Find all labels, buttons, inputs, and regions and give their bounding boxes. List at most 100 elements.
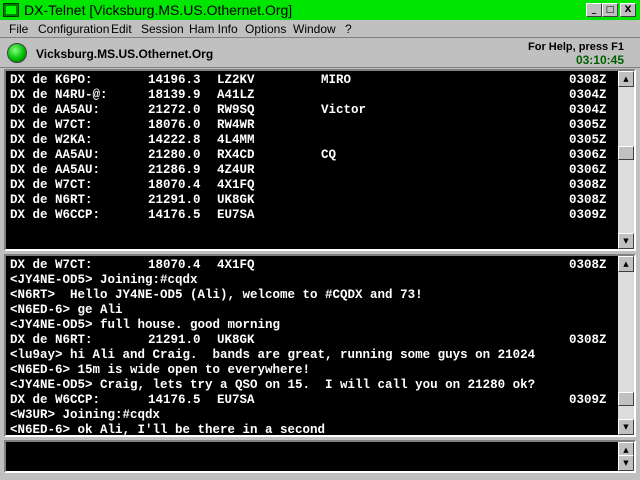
- spot-time: 0309Z: [569, 393, 607, 407]
- chat-message: <N6ED-6> ge Ali: [10, 303, 123, 317]
- spot-time: 0308Z: [569, 73, 607, 87]
- spot-spotter: DX de N6RT:: [10, 333, 93, 347]
- chat-log: DX de W7CT: 18070.4 4X1FQ 0308Z <JY4NE-OD5> …: [10, 258, 618, 438]
- connection-led-icon[interactable]: [7, 43, 27, 63]
- scroll-down-arrow-icon[interactable]: ▼: [618, 233, 634, 249]
- spot-spotter: DX de AA5AU:: [10, 148, 101, 162]
- command-input[interactable]: [8, 444, 626, 469]
- menu-edit[interactable]: Edit: [111, 22, 132, 36]
- spot-callsign: 4X1FQ: [217, 178, 255, 192]
- spot-frequency: 21286.9: [148, 163, 201, 177]
- spot-comment: CQ: [321, 148, 337, 162]
- spot-frequency: 18070.4: [148, 258, 201, 272]
- chat-message: <W3UR> Joining:#cqdx: [10, 408, 161, 422]
- dx-spot-row[interactable]: DX de N6RT: 21291.0 UK8GK 0308Z: [10, 193, 618, 208]
- app-icon[interactable]: [3, 3, 19, 17]
- spot-spotter: DX de W7CT:: [10, 258, 93, 272]
- chat-message: <N6RT> Hello JY4NE-OD5 (Ali), welcome to…: [10, 288, 423, 302]
- spot-callsign: 4L4MM: [217, 133, 255, 147]
- menu-bar: File Configuration Edit Session Ham Info…: [0, 20, 640, 37]
- chat-message: <N6ED-6> ok Ali, I'll be there in a seco…: [10, 423, 326, 437]
- spot-comment: Victor: [321, 103, 367, 117]
- spot-spotter: DX de N4RU-@:: [10, 88, 108, 102]
- spot-spotter: DX de W7CT:: [10, 118, 93, 132]
- spot-frequency: 14196.3: [148, 73, 201, 87]
- spot-frequency: 14176.5: [148, 208, 201, 222]
- host-label: Vicksburg.MS.US.Othernet.Org: [36, 47, 214, 61]
- scrollbar-track[interactable]: [618, 87, 634, 233]
- dx-spot-row[interactable]: DX de AA5AU: 21280.0 RX4CD CQ 0306Z: [10, 148, 618, 163]
- spot-time: 0304Z: [569, 88, 607, 102]
- spot-callsign: 4X1FQ: [217, 258, 255, 272]
- spot-callsign: EU7SA: [217, 208, 255, 222]
- dx-spot-row[interactable]: DX de W7CT: 18070.4 4X1FQ 0308Z: [10, 178, 618, 193]
- spot-spotter: DX de N6RT:: [10, 193, 93, 207]
- dx-spot-row[interactable]: DX de AA5AU: 21286.9 4Z4UR 0306Z: [10, 163, 618, 178]
- connection-status-row: Vicksburg.MS.US.Othernet.Org For Help, p…: [0, 37, 640, 68]
- scrollbar-thumb[interactable]: [618, 392, 634, 406]
- spot-callsign: RW9SQ: [217, 103, 255, 117]
- menu-ham-info[interactable]: Ham Info: [189, 22, 238, 36]
- dx-spot-row[interactable]: DX de W2KA: 14222.8 4L4MM 0305Z: [10, 133, 618, 148]
- dx-spot-row[interactable]: DX de W7CT: 18076.0 RW4WR 0305Z: [10, 118, 618, 133]
- menu-window[interactable]: Window: [293, 22, 336, 36]
- scroll-down-arrow-icon[interactable]: ▼: [618, 419, 634, 435]
- chat-message: <JY4NE-OD5> Joining:#cqdx: [10, 273, 198, 287]
- spot-comment: MIRO: [321, 73, 352, 87]
- spot-spotter: DX de AA5AU:: [10, 163, 101, 177]
- menu-file[interactable]: File: [9, 22, 28, 36]
- scroll-up-arrow-icon[interactable]: ▲: [618, 256, 634, 272]
- dx-spot-row[interactable]: DX de W6CCP: 14176.5 EU7SA 0309Z: [10, 393, 618, 408]
- spot-callsign: RW4WR: [217, 118, 255, 132]
- spot-callsign: UK8GK: [217, 193, 255, 207]
- spot-frequency: 21291.0: [148, 333, 201, 347]
- close-button[interactable]: X: [620, 3, 636, 17]
- help-hint: For Help, press F1: [528, 41, 624, 53]
- spot-time: 0308Z: [569, 333, 607, 347]
- scroll-up-arrow-icon[interactable]: ▲: [618, 71, 634, 87]
- spot-time: 0309Z: [569, 208, 607, 222]
- spot-spotter: DX de W6CCP:: [10, 208, 101, 222]
- dx-spot-row[interactable]: DX de AA5AU: 21272.0 RW9SQ Victor 0304Z: [10, 103, 618, 118]
- spot-frequency: 14222.8: [148, 133, 201, 147]
- dx-spot-row[interactable]: DX de W6CCP: 14176.5 EU7SA 0309Z: [10, 208, 618, 223]
- minimize-button[interactable]: _: [586, 3, 602, 17]
- spot-spotter: DX de W6CCP:: [10, 393, 101, 407]
- chat-scrollbar[interactable]: ▲ ▼: [618, 256, 634, 435]
- spot-frequency: 21280.0: [148, 148, 201, 162]
- spot-frequency: 18139.9: [148, 88, 201, 102]
- command-input-pane[interactable]: ▲ ▼: [4, 440, 636, 473]
- dx-spots-pane[interactable]: DX de K6PO: 14196.3 LZ2KV MIRO 0308Z DX de N4…: [4, 69, 636, 251]
- chat-pane[interactable]: DX de W7CT: 18070.4 4X1FQ 0308Z <JY4NE-OD5> …: [4, 254, 636, 437]
- menu-options[interactable]: Options: [245, 22, 286, 36]
- spot-spotter: DX de W7CT:: [10, 178, 93, 192]
- spot-callsign: UK8GK: [217, 333, 255, 347]
- spot-time: 0304Z: [569, 103, 607, 117]
- spot-time: 0308Z: [569, 178, 607, 192]
- title-bar[interactable]: DX-Telnet [Vicksburg.MS.US.Othernet.Org]…: [0, 0, 640, 20]
- dx-spot-row[interactable]: DX de W7CT: 18070.4 4X1FQ 0308Z: [10, 258, 618, 273]
- spot-frequency: 18070.4: [148, 178, 201, 192]
- dx-spot-row[interactable]: DX de N4RU-@: 18139.9 A41LZ 0304Z: [10, 88, 618, 103]
- window-title: DX-Telnet [Vicksburg.MS.US.Othernet.Org]: [24, 2, 293, 18]
- input-scrollbar[interactable]: ▲ ▼: [618, 442, 634, 471]
- spot-time: 0305Z: [569, 133, 607, 147]
- scroll-down-arrow-icon[interactable]: ▼: [618, 455, 634, 471]
- dx-spots-scrollbar[interactable]: ▲ ▼: [618, 71, 634, 249]
- chat-message: <lu9ay> hi Ali and Craig. bands are grea…: [10, 348, 536, 362]
- chat-message: <N6ED-6> 15m is wide open to everywhere!: [10, 363, 311, 377]
- chat-message: <JY4NE-OD5> Craig, lets try a QSO on 15.…: [10, 378, 536, 392]
- dx-spot-row[interactable]: DX de K6PO: 14196.3 LZ2KV MIRO 0308Z: [10, 73, 618, 88]
- menu-help[interactable]: ?: [345, 22, 352, 36]
- spot-time: 0306Z: [569, 148, 607, 162]
- spot-callsign: LZ2KV: [217, 73, 255, 87]
- menu-configuration[interactable]: Configuration: [38, 22, 109, 36]
- spot-time: 0308Z: [569, 193, 607, 207]
- spot-spotter: DX de AA5AU:: [10, 103, 101, 117]
- dx-spot-row[interactable]: DX de N6RT: 21291.0 UK8GK 0308Z: [10, 333, 618, 348]
- spot-time: 0305Z: [569, 118, 607, 132]
- maximize-button[interactable]: □: [602, 3, 618, 17]
- menu-session[interactable]: Session: [141, 22, 184, 36]
- scrollbar-thumb[interactable]: [618, 146, 634, 160]
- utc-clock: 03:10:45: [575, 53, 624, 67]
